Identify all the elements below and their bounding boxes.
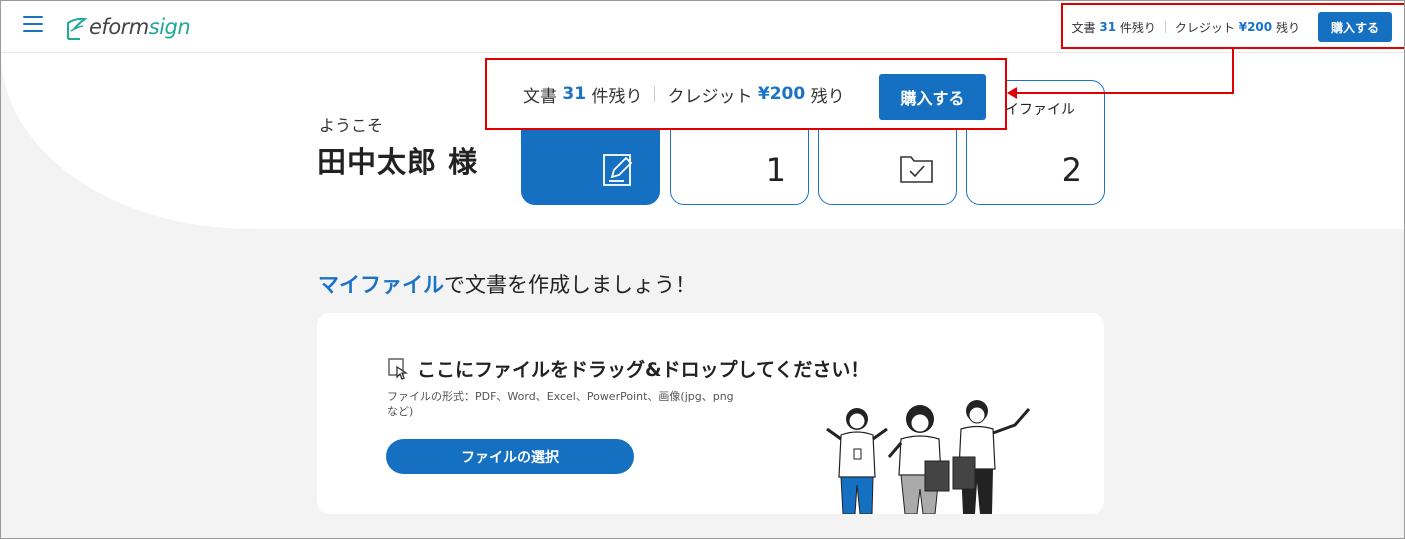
edit-document-icon — [603, 154, 633, 186]
buy-button[interactable]: 購入する — [1317, 12, 1392, 42]
logo-text: eformsign — [89, 15, 191, 39]
header-usage: 文書 31 件残り クレジット ¥200 残り 購入する — [1071, 11, 1392, 43]
logo-leaf-icon — [67, 17, 87, 40]
card-label: イファイル — [1005, 102, 1075, 118]
welcome-greeting: ようこそ — [319, 116, 384, 135]
drag-file-icon — [388, 357, 409, 380]
credit-amount: ¥200 — [757, 84, 806, 104]
credit-suffix: 残り — [1275, 20, 1300, 35]
divider — [1164, 21, 1166, 33]
credit-label: クレジット — [667, 86, 753, 107]
docs-suffix: 件残り — [1119, 20, 1156, 35]
docs-label: 文書 — [523, 86, 557, 107]
buy-button-large[interactable]: 購入する — [879, 74, 986, 120]
divider — [654, 86, 656, 102]
user-name: 田中太郎 様 — [317, 145, 479, 179]
upload-dropzone[interactable]: ここにファイルをドラッグ&ドロップしてください！ ファイルの形式：PDF、Wor… — [317, 313, 1104, 514]
credit-amount: ¥200 — [1238, 20, 1273, 34]
card-count: 1 — [765, 151, 786, 189]
people-illustration — [826, 400, 1031, 514]
logo[interactable]: eformsign — [65, 13, 191, 41]
drop-text: ここにファイルをドラッグ&ドロップしてください！ — [417, 359, 870, 381]
docs-label: 文書 — [1071, 20, 1096, 35]
top-header: eformsign 文書 31 件残り クレジット ¥200 残り 購入する — [1, 1, 1404, 53]
card-count: 2 — [1061, 151, 1082, 189]
docs-count: 31 — [1099, 20, 1117, 34]
docs-suffix: 件残り — [591, 86, 643, 107]
select-file-button[interactable]: ファイルの選択 — [386, 439, 634, 474]
usage-popup-highlight: 文書 31 件残り クレジット ¥200 残り 購入する — [485, 58, 1007, 130]
app-window: eformsign 文書 31 件残り クレジット ¥200 残り 購入する よ… — [0, 0, 1405, 539]
credit-suffix: 残り — [810, 86, 845, 107]
folder-check-icon — [900, 156, 933, 183]
drop-title: ここにファイルをドラッグ&ドロップしてください！ — [387, 355, 869, 382]
file-formats: ファイルの形式：PDF、Word、Excel、PowerPoint、画像(jpg… — [387, 390, 734, 418]
section-title: マイファイルで文書を作成しましょう！ — [318, 273, 696, 297]
credit-label: クレジット — [1174, 20, 1235, 35]
menu-icon[interactable] — [23, 16, 43, 34]
docs-count: 31 — [562, 84, 587, 104]
